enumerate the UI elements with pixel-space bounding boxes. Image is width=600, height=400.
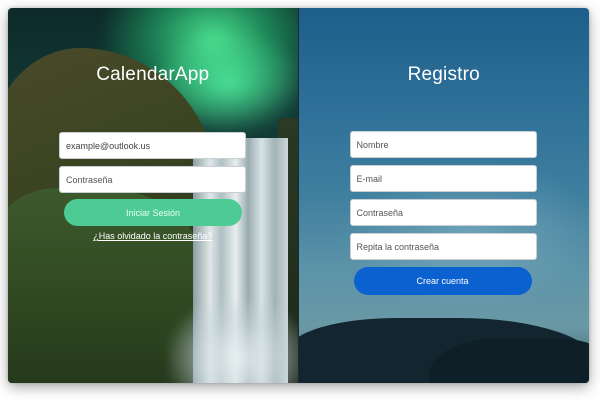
app-title: CalendarApp [96,64,210,85]
register-password-field[interactable] [349,199,537,226]
mist-graphic [168,298,298,383]
login-password-field[interactable] [59,166,246,193]
forgot-password-link[interactable]: ¿Has olvidado la contraseña? [8,231,298,241]
register-email-field[interactable] [349,165,537,192]
register-name-field[interactable] [349,131,537,158]
register-panel: Registro Crear cuenta [297,8,589,383]
login-button[interactable]: Iniciar Sesión [64,199,242,226]
login-email-field[interactable] [59,132,246,159]
create-account-button[interactable]: Crear cuenta [353,267,532,295]
register-repeat-password-field[interactable] [349,233,537,260]
login-panel: CalendarApp Iniciar Sesión ¿Has olvidado… [8,8,298,383]
auth-card: CalendarApp Iniciar Sesión ¿Has olvidado… [8,8,589,383]
register-title: Registro [407,64,480,85]
